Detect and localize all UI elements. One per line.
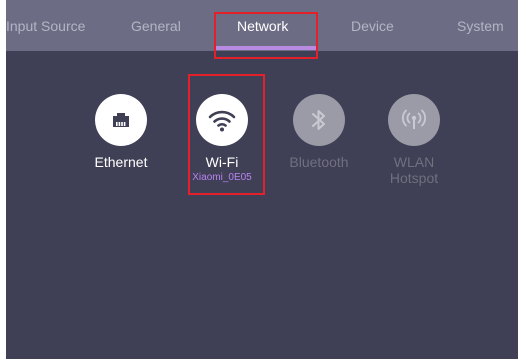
tab-device[interactable]: Device — [351, 18, 394, 34]
active-tab-indicator — [214, 46, 318, 50]
wlan-hotspot-option[interactable]: WLAN Hotspot — [384, 94, 444, 186]
tab-bar: Input Source General Network Device Syst… — [6, 0, 518, 51]
wifi-ssid: Xiaomi_0E05 — [192, 172, 252, 183]
ethernet-port-icon — [95, 94, 147, 146]
wlan-hotspot-label: WLAN Hotspot — [384, 154, 444, 186]
wifi-option[interactable]: Wi-Fi Xiaomi_0E05 — [192, 94, 252, 183]
wifi-icon — [196, 94, 248, 146]
tab-system[interactable]: System — [457, 18, 504, 34]
hotspot-icon — [388, 94, 440, 146]
tab-network[interactable]: Network — [237, 18, 288, 34]
wlan-hotspot-label-line2: Hotspot — [389, 170, 439, 186]
ethernet-option[interactable]: Ethernet — [92, 94, 150, 170]
settings-screen: Input Source General Network Device Syst… — [6, 0, 518, 359]
tab-input-source[interactable]: Input Source — [6, 18, 85, 34]
ethernet-label: Ethernet — [94, 154, 148, 170]
wifi-label: Wi-Fi — [205, 154, 239, 170]
bluetooth-option[interactable]: Bluetooth — [286, 94, 352, 170]
bluetooth-label: Bluetooth — [289, 154, 349, 170]
tab-general[interactable]: General — [131, 18, 181, 34]
bluetooth-icon — [293, 94, 345, 146]
wlan-hotspot-label-line1: WLAN — [393, 154, 435, 170]
